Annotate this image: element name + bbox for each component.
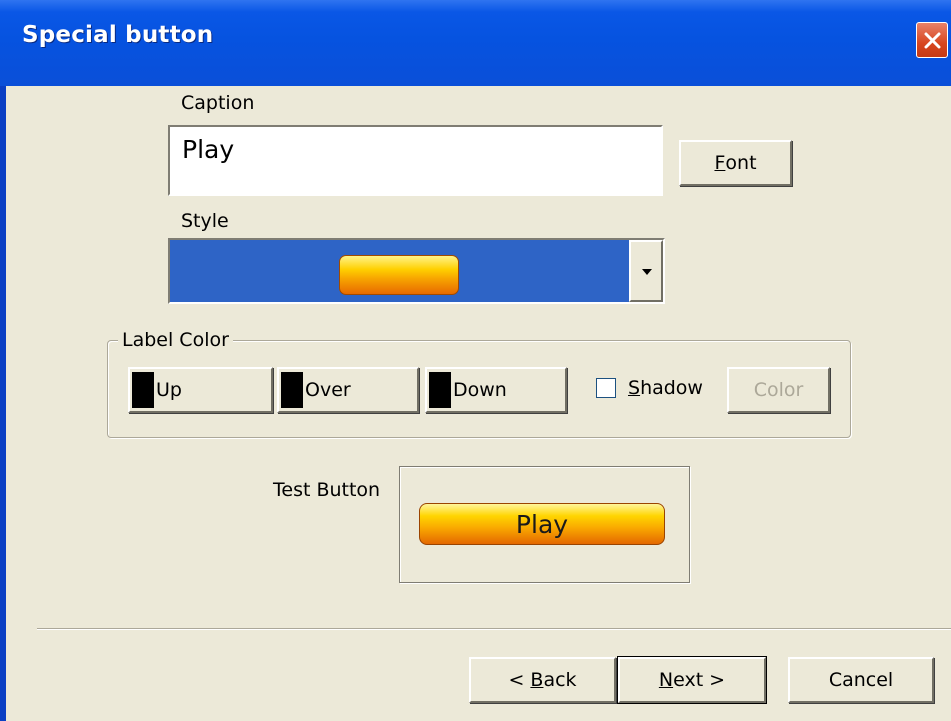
shadow-label[interactable]: Shadow	[628, 377, 703, 399]
back-button-mnemonic: B	[530, 669, 544, 691]
shadow-checkbox[interactable]	[596, 378, 616, 398]
down-color-label: Down	[453, 379, 507, 401]
test-play-button-label: Play	[515, 509, 569, 539]
shadow-label-rest: hadow	[640, 377, 703, 399]
close-button[interactable]	[916, 22, 948, 58]
caption-value: Play	[182, 135, 235, 164]
close-icon	[924, 32, 941, 49]
next-button-rest: ext >	[673, 669, 726, 691]
window-frame-left	[0, 86, 6, 721]
cancel-button[interactable]: Cancel	[788, 657, 934, 703]
cancel-button-label: Cancel	[828, 669, 894, 691]
up-color-button[interactable]: Up	[128, 367, 273, 413]
up-color-swatch	[132, 372, 154, 408]
back-button[interactable]: < Back	[469, 657, 616, 703]
footer-separator	[37, 628, 951, 630]
down-color-swatch	[429, 372, 451, 408]
style-dropdown[interactable]	[168, 238, 665, 304]
font-button-mnemonic: F	[714, 152, 726, 174]
back-button-prefix: <	[508, 669, 531, 691]
title-bar[interactable]: Special button	[0, 0, 951, 86]
test-button-label: Test Button	[273, 479, 381, 501]
style-preview-button	[339, 255, 459, 295]
shadow-color-label: Color	[753, 379, 804, 401]
shadow-mnemonic: S	[628, 377, 641, 399]
caption-input[interactable]: Play	[168, 125, 663, 196]
test-play-button[interactable]: Play	[419, 503, 665, 545]
caption-label: Caption	[181, 92, 255, 114]
over-color-label: Over	[305, 379, 351, 401]
font-button-label: ont	[725, 152, 757, 174]
label-color-legend: Label Color	[118, 329, 233, 351]
style-label: Style	[181, 210, 229, 232]
chevron-down-icon	[642, 269, 652, 275]
up-color-label: Up	[156, 379, 182, 401]
over-color-swatch	[281, 372, 303, 408]
window-title: Special button	[22, 22, 214, 48]
next-button-mnemonic: N	[658, 669, 674, 691]
back-button-rest: ack	[543, 669, 577, 691]
dialog-window: Special button Caption Play Font Style L…	[0, 0, 951, 721]
font-button[interactable]: Font	[679, 140, 792, 186]
style-dropdown-button[interactable]	[629, 240, 663, 302]
down-color-button[interactable]: Down	[425, 367, 567, 413]
next-button[interactable]: Next >	[617, 656, 767, 704]
shadow-color-button[interactable]: Color	[727, 367, 830, 413]
over-color-button[interactable]: Over	[277, 367, 419, 413]
